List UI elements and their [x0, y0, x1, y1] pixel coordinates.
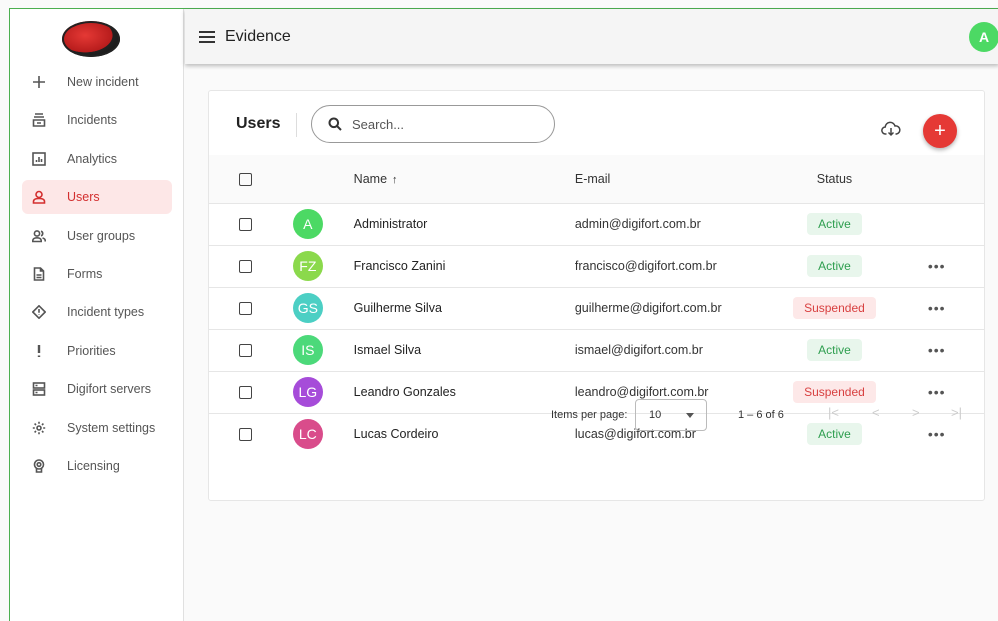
select-all-checkbox[interactable] — [239, 172, 252, 186]
more-options-icon[interactable]: ••• — [928, 300, 946, 316]
analytics-icon — [28, 151, 50, 166]
sidebar-item-new-incident[interactable]: New incident — [22, 65, 172, 99]
table-row[interactable]: FZ Francisco Zanini francisco@digifort.com… — [209, 245, 984, 287]
sidebar-item-incident-types[interactable]: Incident types — [22, 295, 172, 329]
sidebar-item-label: Incidents — [67, 113, 118, 128]
dropdown-caret-icon — [686, 413, 694, 418]
first-page-icon[interactable]: |< — [828, 405, 839, 420]
sidebar-item-digifort-servers[interactable]: Digifort servers — [22, 372, 172, 406]
paginator: Items per page: 10 1 – 6 of 6 |< < > >| — [209, 395, 984, 435]
user-name: Administrator — [353, 217, 428, 231]
sidebar-item-label: Incident types — [67, 305, 145, 320]
diamond-alert-icon — [28, 305, 50, 320]
top-bar: Evidence A — [185, 9, 998, 64]
user-name: Ismael Silva — [353, 343, 422, 357]
sidebar-item-users[interactable]: Users — [22, 180, 172, 215]
user-name: Francisco Zanini — [353, 259, 446, 273]
sidebar-item-label: Forms — [67, 266, 103, 281]
user-email: admin@digifort.com.br — [574, 217, 701, 231]
app-title: Evidence — [225, 27, 291, 45]
sidebar-nav: New incident Incidents Analytics Users U… — [22, 65, 172, 487]
status-badge: Suspended — [793, 297, 876, 319]
table-header-row: Name ↑ E-mail Status — [209, 155, 984, 203]
column-header-name[interactable]: Name ↑ — [354, 155, 575, 203]
users-card: Users + Name↑ E-mail Status — [208, 90, 985, 501]
table-row[interactable]: IS Ismael Silva ismael@digifort.com.br Acti… — [209, 329, 984, 371]
row-checkbox[interactable] — [239, 302, 252, 316]
page-title: Users — [236, 115, 281, 132]
table-row[interactable]: A Administrator admin@digifort.com.br Activ… — [209, 203, 984, 245]
more-options-icon[interactable]: ••• — [928, 258, 946, 274]
avatar: IS — [292, 335, 323, 365]
user-email: ismael@digifort.com.br — [574, 343, 703, 357]
user-email: francisco@digifort.com.br — [574, 259, 717, 273]
sidebar-item-label: Users — [67, 190, 100, 205]
status-badge: Active — [807, 339, 862, 361]
avatar: A — [292, 209, 323, 239]
user-email: guilherme@digifort.com.br — [574, 301, 722, 315]
sidebar-item-label: Licensing — [67, 458, 120, 473]
plus-icon — [28, 75, 50, 89]
avatar: FZ — [292, 251, 323, 281]
add-user-button[interactable]: + — [923, 114, 957, 148]
menu-icon[interactable] — [199, 30, 215, 43]
sidebar-item-label: Analytics — [67, 151, 118, 166]
document-icon — [28, 267, 50, 281]
sidebar-item-label: Priorities — [67, 343, 116, 358]
search-box[interactable] — [311, 105, 555, 143]
sidebar-item-label: User groups — [67, 228, 136, 243]
server-icon — [28, 382, 50, 396]
sidebar-item-priorities[interactable]: Priorities — [22, 334, 172, 368]
column-header-email: E-mail — [574, 171, 611, 186]
last-page-icon[interactable]: >| — [951, 405, 962, 420]
row-checkbox[interactable] — [239, 260, 252, 274]
next-page-icon[interactable]: > — [912, 405, 920, 420]
search-input[interactable] — [352, 116, 542, 132]
card-header: Users + — [209, 91, 984, 155]
row-checkbox[interactable] — [239, 218, 252, 232]
app-logo — [62, 21, 120, 57]
sidebar-item-user-groups[interactable]: User groups — [22, 219, 172, 253]
cloud-download-icon[interactable] — [881, 121, 901, 137]
sidebar-item-incidents[interactable]: Incidents — [22, 103, 172, 137]
sidebar-item-system-settings[interactable]: System settings — [22, 411, 172, 445]
plus-icon: + — [934, 119, 946, 142]
title-divider — [296, 113, 297, 137]
account-avatar[interactable]: A — [969, 22, 998, 52]
more-options-icon[interactable]: ••• — [928, 342, 946, 358]
badge-icon — [28, 459, 50, 473]
items-per-page-value: 10 — [649, 409, 662, 421]
inbox-icon — [28, 113, 50, 128]
table-row[interactable]: GS Guilherme Silva guilherme@digifort.com.… — [209, 287, 984, 329]
column-header-status: Status — [816, 171, 853, 186]
sidebar-item-label: System settings — [67, 420, 156, 435]
exclamation-icon — [28, 344, 50, 358]
status-badge: Active — [807, 213, 862, 235]
sidebar-item-label: New incident — [67, 75, 139, 89]
user-name: Guilherme Silva — [353, 301, 442, 315]
previous-page-icon[interactable]: < — [872, 405, 880, 420]
row-checkbox[interactable] — [239, 344, 252, 358]
user-icon — [28, 190, 50, 204]
sidebar-item-forms[interactable]: Forms — [22, 257, 172, 291]
sort-arrow-up-icon: ↑ — [392, 173, 398, 186]
sidebar: New incident Incidents Analytics Users U… — [10, 9, 184, 621]
search-icon — [328, 117, 342, 131]
sidebar-item-label: Digifort servers — [67, 382, 152, 397]
items-per-page-select[interactable]: 10 — [635, 399, 707, 431]
items-per-page-label: Items per page: — [551, 409, 628, 421]
sidebar-item-analytics[interactable]: Analytics — [22, 142, 172, 176]
avatar: GS — [292, 293, 323, 323]
users-icon — [28, 229, 50, 243]
status-badge: Active — [807, 255, 862, 277]
gear-icon — [28, 421, 50, 435]
sidebar-item-licensing[interactable]: Licensing — [22, 449, 172, 483]
app-frame: New incident Incidents Analytics Users U… — [9, 8, 998, 621]
page-range: 1 – 6 of 6 — [738, 409, 784, 421]
